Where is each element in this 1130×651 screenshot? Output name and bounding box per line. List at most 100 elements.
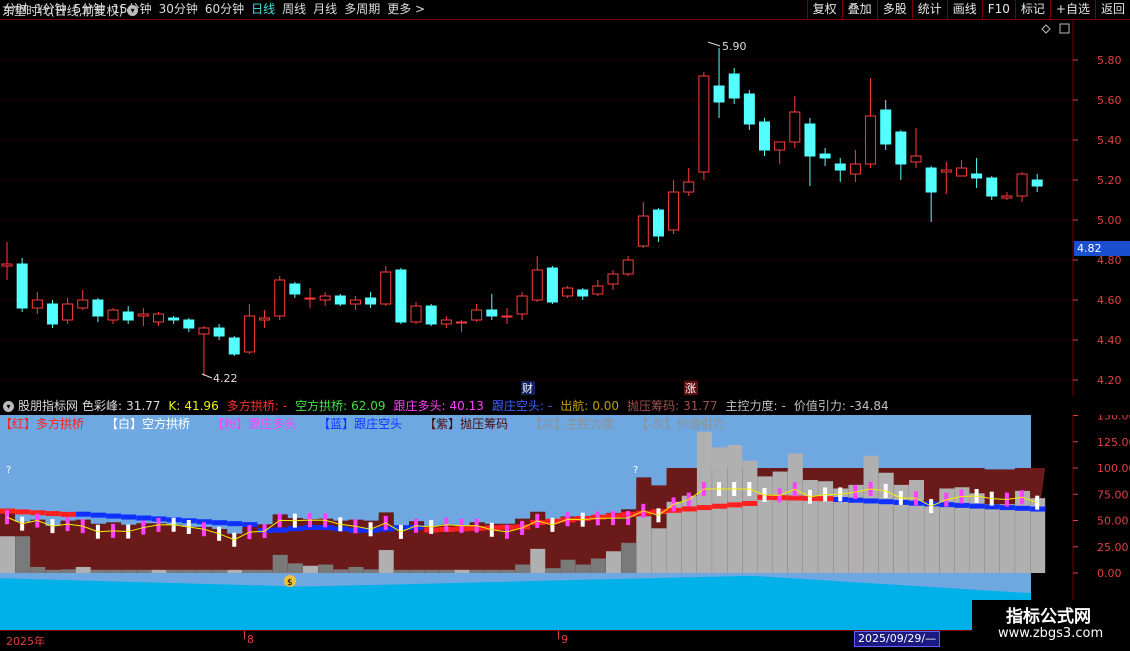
candle[interactable] xyxy=(986,176,998,200)
tab-30min[interactable]: 30分钟 xyxy=(155,0,201,19)
candle[interactable] xyxy=(652,208,664,242)
candle[interactable] xyxy=(410,302,422,324)
candle[interactable] xyxy=(1001,192,1013,200)
candle[interactable] xyxy=(456,320,467,332)
chevron-down-icon[interactable]: ▾ xyxy=(127,5,139,16)
candle[interactable] xyxy=(395,268,407,324)
candle[interactable] xyxy=(637,202,649,248)
candle[interactable] xyxy=(849,150,861,182)
control-force-bar xyxy=(136,569,152,573)
candle[interactable] xyxy=(607,270,619,290)
candle[interactable] xyxy=(334,294,346,306)
multi-stock-button[interactable]: 多股 xyxy=(876,0,912,19)
high-marker-icon xyxy=(707,41,721,47)
candle[interactable] xyxy=(743,90,755,130)
candle[interactable] xyxy=(501,308,513,324)
candle[interactable] xyxy=(789,96,801,148)
candle[interactable] xyxy=(804,118,816,186)
candle[interactable] xyxy=(46,300,58,328)
candle[interactable] xyxy=(349,296,361,310)
candle[interactable] xyxy=(668,180,680,234)
candle[interactable] xyxy=(562,286,574,298)
control-force-bar xyxy=(590,558,606,573)
draw-line-button[interactable]: 画线 xyxy=(946,0,982,19)
panel-settings-icon[interactable] xyxy=(1059,23,1070,34)
candle[interactable] xyxy=(228,336,240,356)
candle[interactable] xyxy=(683,168,695,196)
candle[interactable] xyxy=(577,288,589,300)
candle[interactable] xyxy=(289,282,301,298)
candle[interactable] xyxy=(259,310,271,328)
back-button[interactable]: 返回 xyxy=(1094,0,1130,19)
candle[interactable] xyxy=(183,318,195,332)
candle[interactable] xyxy=(122,306,134,324)
candle[interactable] xyxy=(425,304,437,326)
candle[interactable] xyxy=(486,294,498,320)
statistics-button[interactable]: 统计 xyxy=(911,0,947,19)
candle[interactable] xyxy=(759,118,770,156)
candle[interactable] xyxy=(77,290,89,310)
candle[interactable] xyxy=(440,316,452,328)
candle[interactable] xyxy=(516,292,528,320)
candle[interactable] xyxy=(971,158,983,188)
candle[interactable] xyxy=(955,160,967,177)
tab-monthly[interactable]: 月线 xyxy=(309,0,340,19)
candle[interactable] xyxy=(243,304,255,354)
candle[interactable] xyxy=(137,308,149,326)
candle[interactable] xyxy=(834,158,846,182)
candle[interactable] xyxy=(865,78,877,168)
candle[interactable] xyxy=(365,292,377,308)
candle[interactable] xyxy=(925,166,937,222)
candle[interactable] xyxy=(622,256,634,276)
candle[interactable] xyxy=(895,130,907,180)
candle[interactable] xyxy=(107,308,119,324)
tab-daily[interactable]: 日线 xyxy=(247,0,278,19)
indicator-axis-label: 75.00 xyxy=(1097,488,1129,501)
candle[interactable] xyxy=(1031,174,1043,192)
indicator-name[interactable]: 股朋指标网 xyxy=(18,397,78,415)
tab-more[interactable]: 更多 > xyxy=(383,0,428,19)
candle[interactable] xyxy=(910,128,922,168)
bridge-segment xyxy=(696,505,712,511)
candle[interactable] xyxy=(774,141,786,164)
candle[interactable] xyxy=(940,162,952,194)
restore-rights-button[interactable]: 复权 xyxy=(806,0,842,19)
tab-60min[interactable]: 60分钟 xyxy=(201,0,247,19)
candle[interactable] xyxy=(31,292,43,314)
candle[interactable] xyxy=(380,266,392,306)
candle[interactable] xyxy=(62,298,74,324)
candle[interactable] xyxy=(319,292,331,306)
candle[interactable] xyxy=(728,68,740,104)
indicator-chart[interactable]: 150.00125.00100.0075.0050.0025.000.00 ? … xyxy=(0,415,1130,630)
candle[interactable] xyxy=(16,258,28,312)
mark-button[interactable]: 标记 xyxy=(1014,0,1050,19)
candle[interactable] xyxy=(546,266,558,304)
candle[interactable] xyxy=(168,316,180,324)
control-force-bar xyxy=(469,569,485,573)
tab-multi-period[interactable]: 多周期 xyxy=(340,0,383,19)
candle[interactable] xyxy=(698,72,710,180)
overlay-button[interactable]: 叠加 xyxy=(841,0,877,19)
candlestick-chart[interactable]: 5.805.605.405.205.004.804.604.404.20 5.9… xyxy=(0,20,1130,396)
diamond-icon[interactable] xyxy=(1041,24,1051,34)
candle[interactable] xyxy=(304,288,316,308)
candle[interactable] xyxy=(1,242,13,280)
candle[interactable] xyxy=(274,276,286,320)
candle[interactable] xyxy=(471,304,483,322)
indicator-menu-icon[interactable]: ▾ xyxy=(3,400,14,412)
tab-weekly[interactable]: 周线 xyxy=(278,0,309,19)
f10-button[interactable]: F10 xyxy=(981,0,1015,19)
candle[interactable] xyxy=(92,298,104,322)
candle[interactable] xyxy=(153,312,164,326)
control-force-bar xyxy=(378,550,394,573)
candle[interactable] xyxy=(819,148,831,166)
candle[interactable] xyxy=(713,48,725,118)
add-watchlist-button[interactable]: +自选 xyxy=(1049,0,1095,19)
candle[interactable] xyxy=(880,100,892,150)
candle[interactable] xyxy=(198,326,210,376)
candle[interactable] xyxy=(1016,172,1028,202)
candle[interactable] xyxy=(531,256,543,302)
candle[interactable] xyxy=(592,280,604,296)
date-cursor-box[interactable]: 2025/09/29/— xyxy=(854,631,941,647)
candle[interactable] xyxy=(213,324,225,340)
